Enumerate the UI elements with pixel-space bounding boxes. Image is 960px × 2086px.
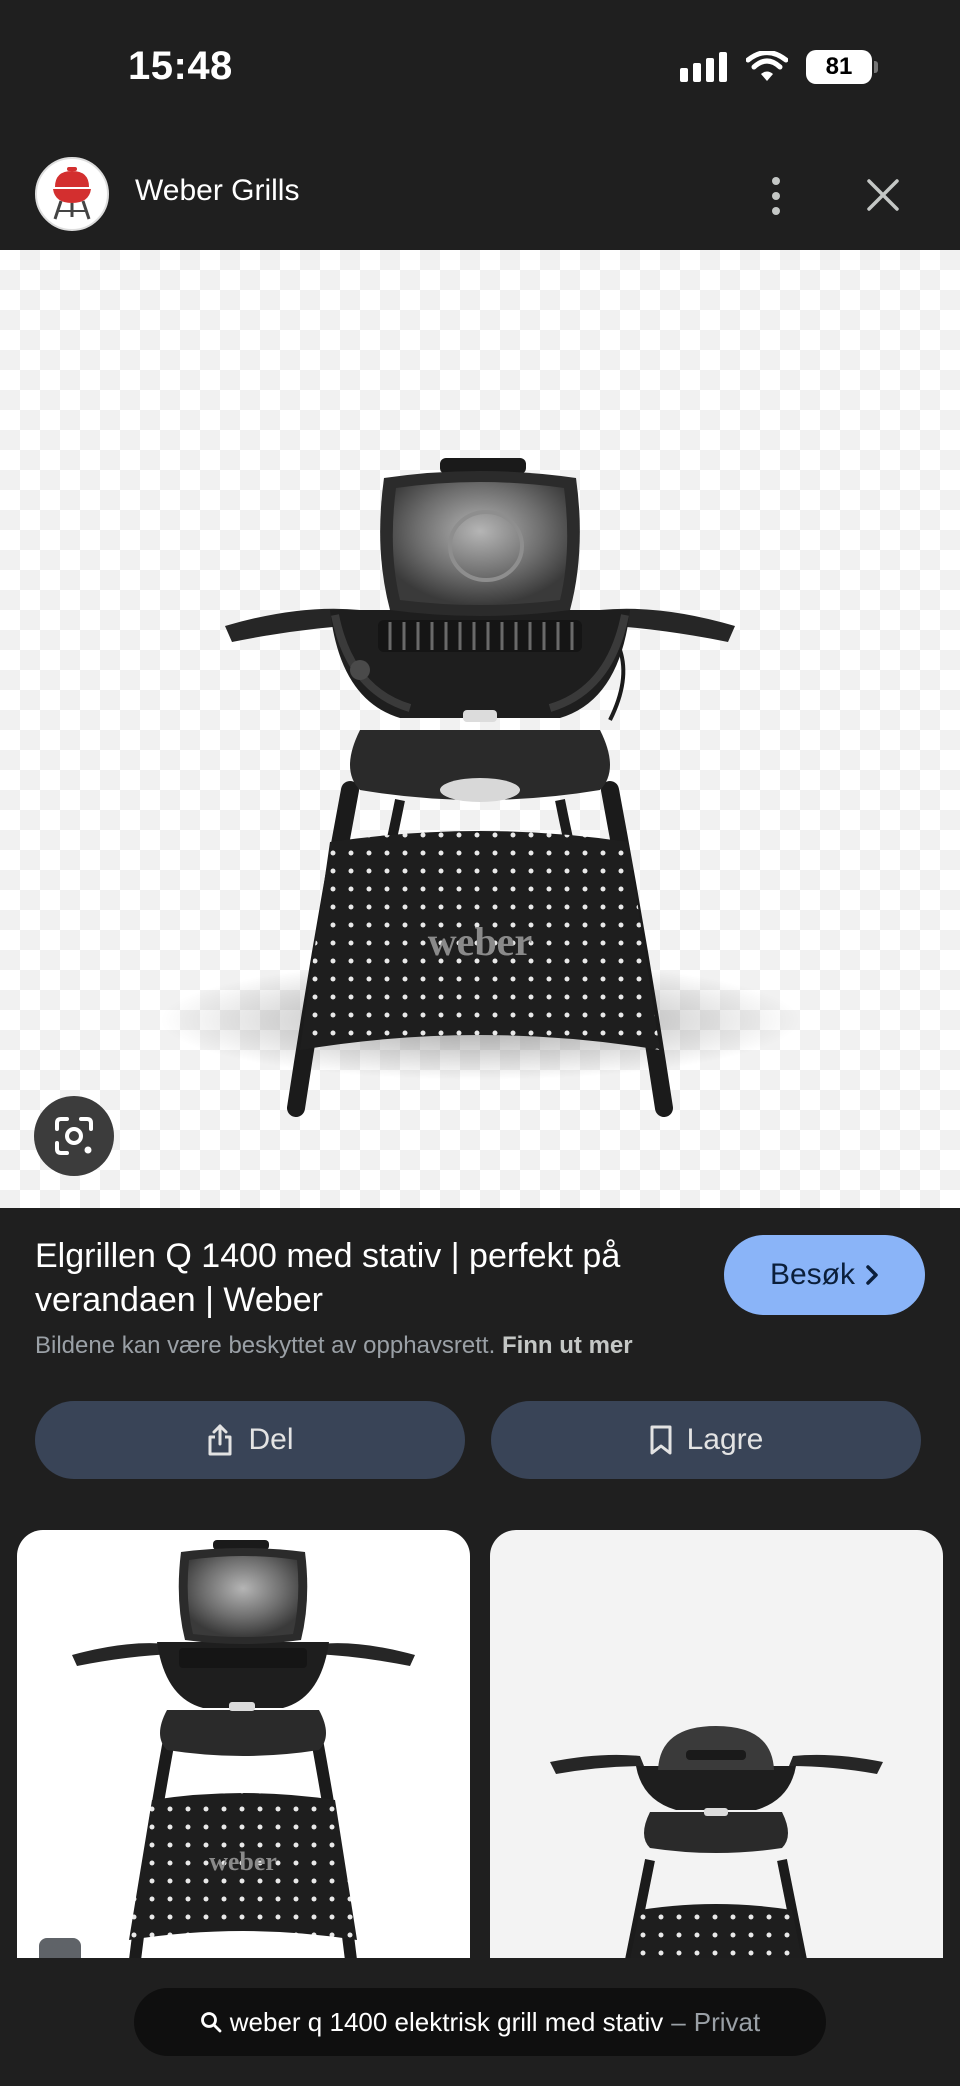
thumb-brand-text: weber: [209, 1847, 277, 1876]
wifi-icon: [746, 51, 788, 81]
visit-button[interactable]: Besøk: [724, 1235, 925, 1315]
private-mode-label: Privat: [693, 2006, 761, 2037]
copyright-text: Bildene kan være beskyttet av opphavsret…: [35, 1332, 496, 1359]
status-indicators: 81: [680, 50, 878, 84]
battery-indicator: 81: [806, 50, 878, 84]
status-bar: 15:48 81: [0, 0, 960, 140]
result-info: Elgrillen Q 1400 med stativ | perfekt på…: [0, 1208, 960, 1488]
grill-thumb-stand: weber: [72, 1540, 415, 1960]
thumb-badge: [39, 1938, 81, 1960]
google-lens-icon[interactable]: [34, 1096, 114, 1176]
result-title[interactable]: Elgrillen Q 1400 med stativ | perfekt på…: [35, 1234, 695, 1322]
copyright-notice: Bildene kan være beskyttet av opphavsret…: [35, 1332, 633, 1360]
site-name[interactable]: Weber Grills: [135, 174, 299, 208]
main-image[interactable]: weber: [0, 250, 960, 1208]
related-image-2[interactable]: [490, 1530, 943, 1960]
header: Weber Grills: [0, 140, 960, 250]
bottom-bar: weber q 1400 elektrisk grill med stativ …: [0, 1958, 960, 2086]
visit-label: Besøk: [769, 1258, 856, 1291]
share-button[interactable]: Del: [35, 1401, 465, 1479]
bookmark-icon: [650, 1425, 672, 1455]
share-label: Del: [248, 1423, 294, 1456]
grill-illustration: weber: [160, 458, 800, 1117]
status-time: 15:48: [128, 44, 233, 88]
search-query-pill[interactable]: weber q 1400 elektrisk grill med stativ …: [134, 1988, 826, 2056]
more-vert-icon[interactable]: [756, 166, 796, 226]
close-icon[interactable]: [858, 170, 908, 220]
weber-logo-icon[interactable]: [35, 157, 109, 231]
search-icon: [200, 2012, 222, 2033]
related-images: weber: [0, 1530, 960, 1960]
save-button[interactable]: Lagre: [491, 1401, 921, 1479]
query-separator: –: [671, 2006, 686, 2037]
search-query-text: weber q 1400 elektrisk grill med stativ: [229, 2006, 664, 2037]
save-label: Lagre: [686, 1423, 764, 1456]
hero-brand-text: weber: [428, 919, 532, 964]
related-image-1[interactable]: weber: [17, 1530, 470, 1960]
grill-thumb-closed: [550, 1726, 883, 1960]
chevron-right-icon: [866, 1265, 878, 1285]
signal-icon: [680, 52, 727, 82]
share-icon: [208, 1424, 232, 1456]
learn-more-link[interactable]: Finn ut mer: [502, 1332, 633, 1359]
